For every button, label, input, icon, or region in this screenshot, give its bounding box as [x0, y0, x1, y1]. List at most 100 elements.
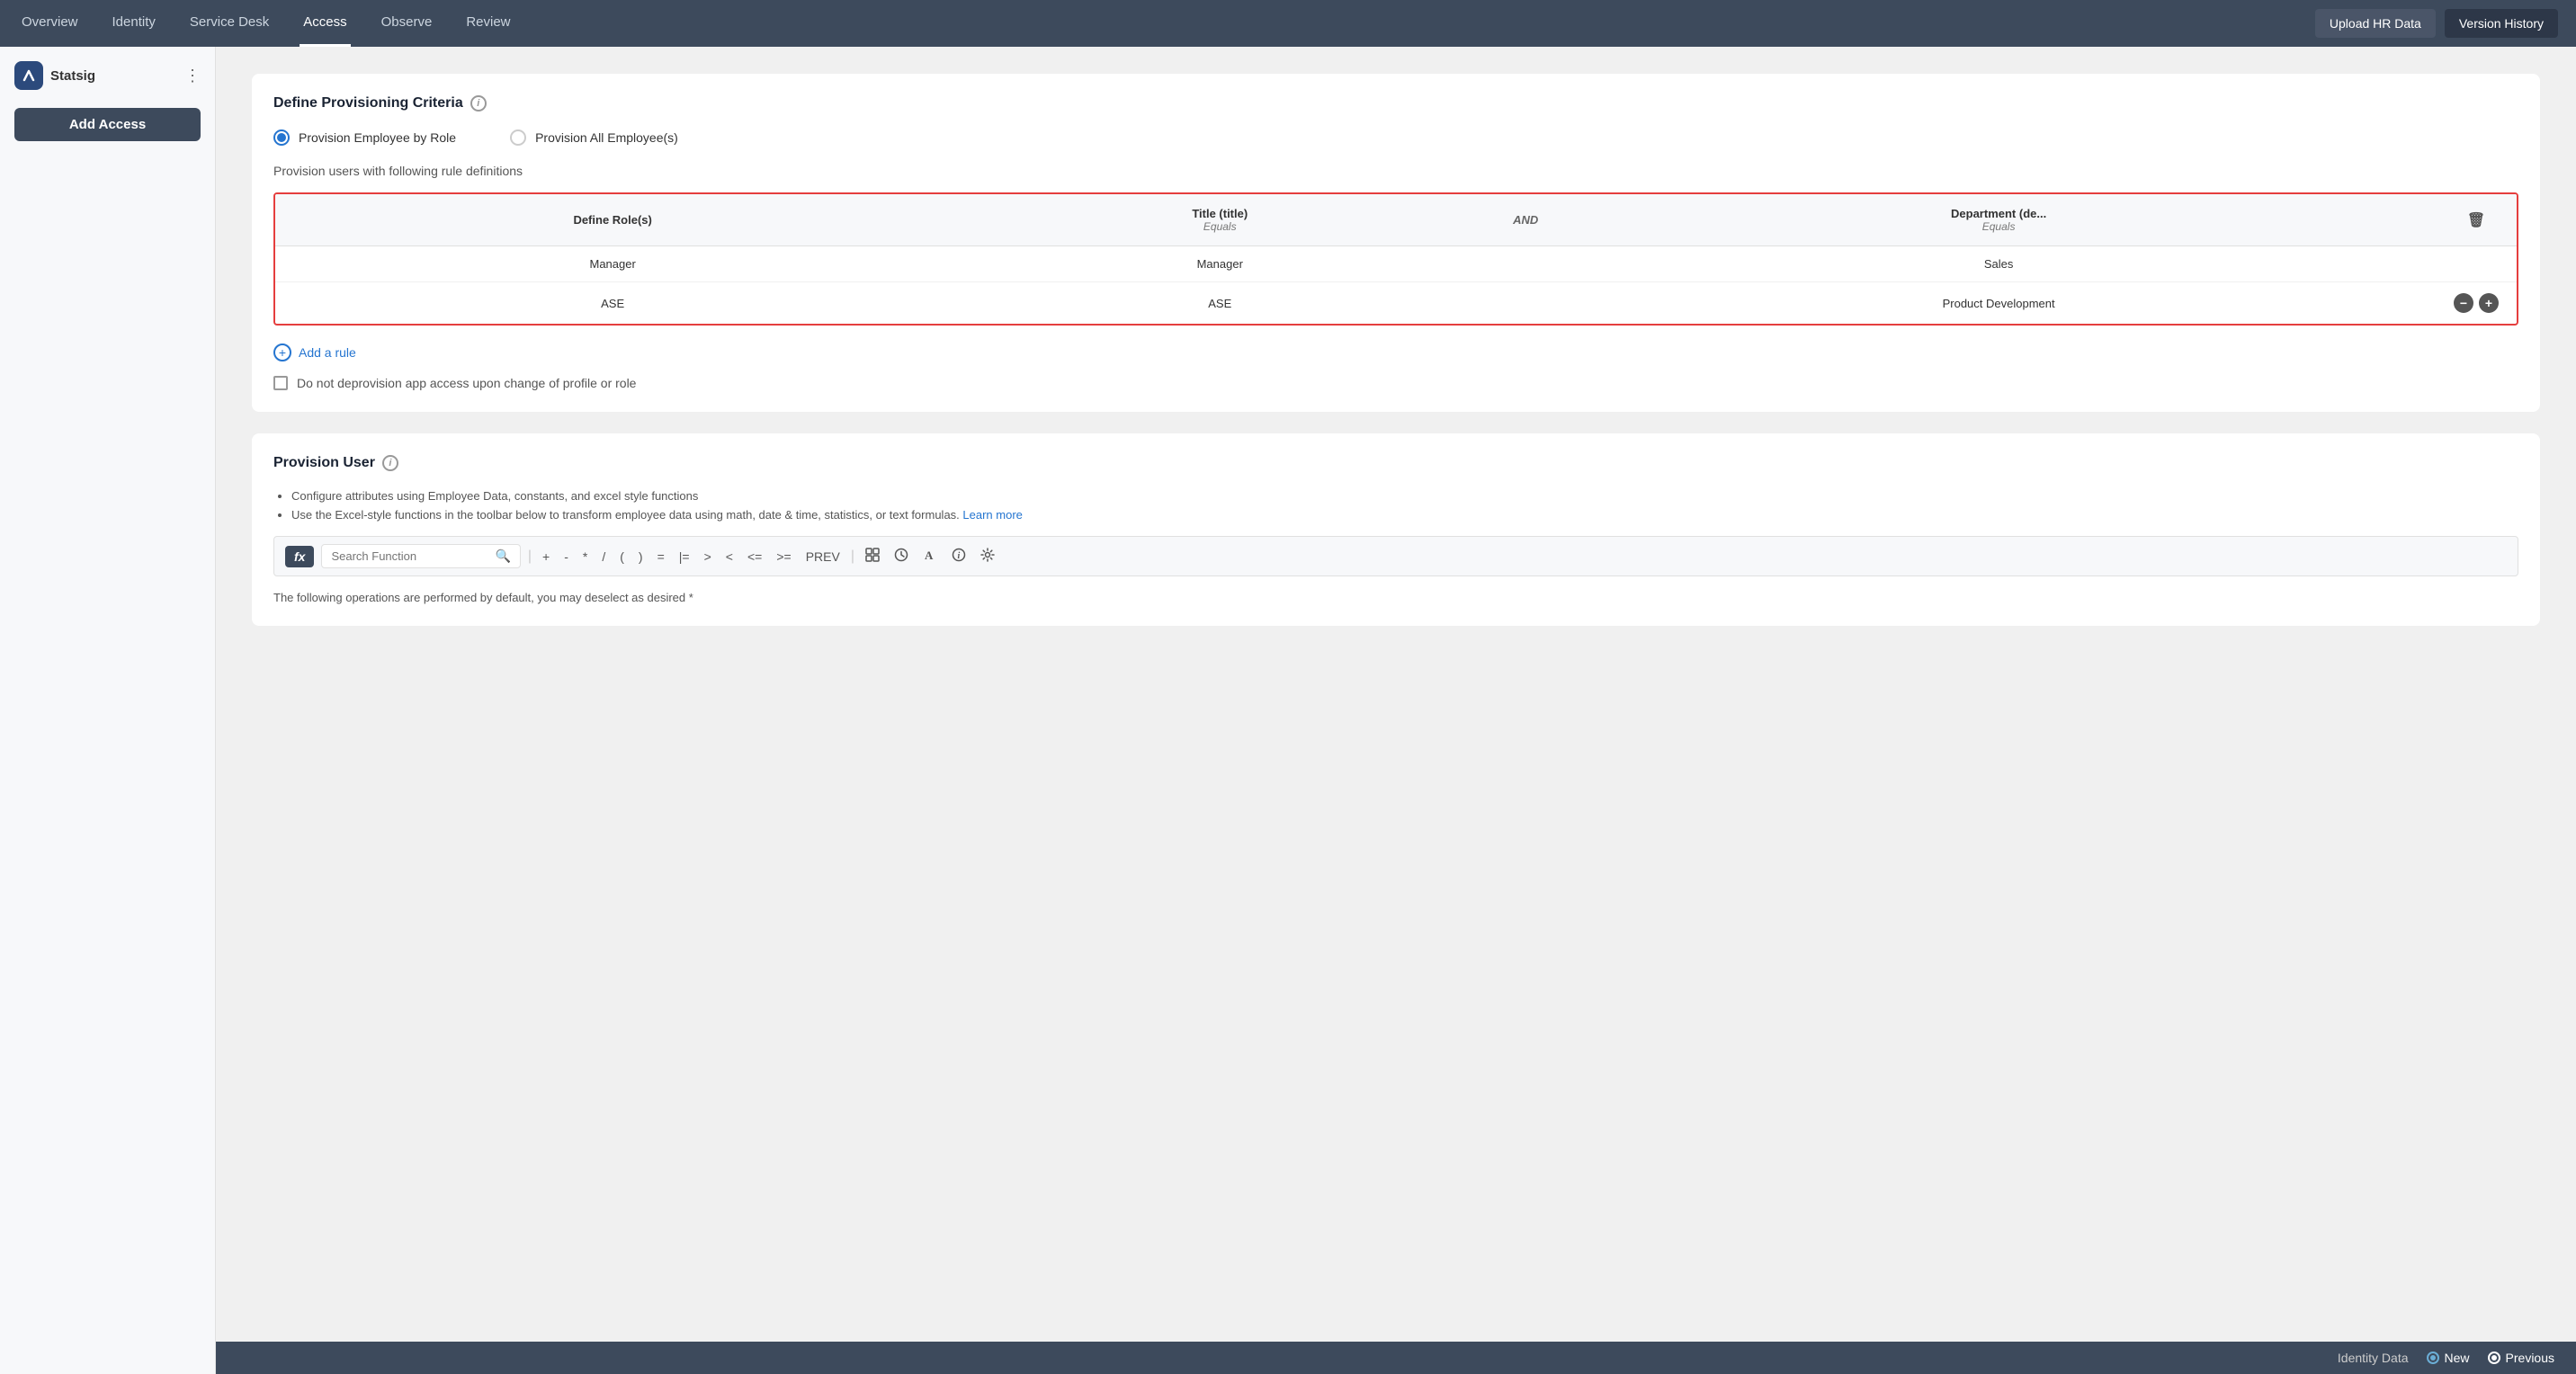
- sidebar-menu-icon[interactable]: ⋮: [184, 67, 201, 85]
- text-icon: A: [923, 548, 937, 562]
- deprovision-label: Do not deprovision app access upon chang…: [297, 376, 636, 390]
- previous-label: Previous: [2506, 1351, 2554, 1365]
- search-function-container: 🔍: [321, 544, 520, 568]
- sidebar: Statsig ⋮ Add Access: [0, 47, 216, 1374]
- provisioning-criteria-section: Define Provisioning Criteria i Provision…: [252, 74, 2540, 412]
- operator-prev[interactable]: PREV: [802, 548, 844, 566]
- remove-row-button[interactable]: −: [2454, 293, 2473, 313]
- row2-title: ASE: [950, 282, 1489, 325]
- operator-plus[interactable]: +: [539, 548, 553, 566]
- formula-toolbar: fx 🔍 | + - * / ( ) = |= > < <= >= PREV |: [273, 536, 2518, 576]
- operator-equals[interactable]: =: [654, 548, 668, 566]
- operator-gt[interactable]: >: [701, 548, 715, 566]
- add-row-button[interactable]: +: [2479, 293, 2499, 313]
- row1-department: Sales: [1561, 246, 2436, 282]
- row1-actions: [2436, 246, 2517, 282]
- col-actions: 🗑: [2436, 194, 2517, 246]
- nav-review[interactable]: Review: [462, 0, 514, 47]
- upload-hr-data-button[interactable]: Upload HR Data: [2315, 9, 2436, 38]
- text-icon-button[interactable]: A: [919, 546, 941, 567]
- provision-all-employees-option[interactable]: Provision All Employee(s): [510, 129, 678, 146]
- learn-more-link[interactable]: Learn more: [962, 508, 1022, 522]
- row1-title: Manager: [950, 246, 1489, 282]
- version-history-button[interactable]: Version History: [2445, 9, 2558, 38]
- sidebar-app-name: Statsig: [50, 68, 95, 84]
- nav-service-desk[interactable]: Service Desk: [186, 0, 273, 47]
- previous-radio[interactable]: [2488, 1352, 2500, 1364]
- bottom-bar: Identity Data New Previous: [216, 1342, 2576, 1374]
- provisioning-criteria-title: Define Provisioning Criteria i: [273, 95, 2518, 112]
- col-define-roles: Define Role(s): [275, 194, 950, 246]
- top-nav-buttons: Upload HR Data Version History: [2315, 9, 2558, 38]
- nav-access[interactable]: Access: [300, 0, 350, 47]
- provision-by-role-radio[interactable]: [273, 129, 290, 146]
- row2-actions: − +: [2436, 282, 2517, 325]
- operator-gte[interactable]: >=: [773, 548, 794, 566]
- previous-radio-option[interactable]: Previous: [2488, 1351, 2554, 1365]
- provision-all-employees-radio[interactable]: [510, 129, 526, 146]
- operator-minus[interactable]: -: [560, 548, 572, 566]
- operator-lt[interactable]: <: [722, 548, 737, 566]
- nav-identity[interactable]: Identity: [109, 0, 159, 47]
- new-radio-option[interactable]: New: [2427, 1351, 2470, 1365]
- provision-user-title: Provision User i: [273, 455, 2518, 471]
- operator-multiply[interactable]: *: [579, 548, 591, 566]
- add-rule-icon: +: [273, 344, 291, 361]
- grid-icon-button[interactable]: [862, 546, 883, 567]
- col-title: Title (title) Equals: [950, 194, 1489, 246]
- provision-bullet-2: Use the Excel-style functions in the too…: [291, 508, 2518, 522]
- provisioning-criteria-help-icon[interactable]: i: [470, 95, 487, 112]
- provision-by-role-label: Provision Employee by Role: [299, 130, 456, 145]
- row1-connector: [1489, 246, 1561, 282]
- rule-definitions-text: Provision users with following rule defi…: [273, 164, 2518, 178]
- add-rule-button[interactable]: + Add a rule: [273, 344, 2518, 361]
- provision-by-role-option[interactable]: Provision Employee by Role: [273, 129, 456, 146]
- rules-table-container: Define Role(s) Title (title) Equals AND …: [273, 192, 2518, 326]
- row2-connector: [1489, 282, 1561, 325]
- fx-button[interactable]: fx: [285, 546, 314, 567]
- nav-overview[interactable]: Overview: [18, 0, 82, 47]
- nav-observe[interactable]: Observe: [378, 0, 436, 47]
- clock-icon-button[interactable]: [890, 546, 912, 567]
- logo-icon: [14, 61, 43, 90]
- info-icon: i: [952, 548, 966, 562]
- search-function-input[interactable]: [331, 549, 489, 563]
- row2-role: ASE: [275, 282, 950, 325]
- new-radio[interactable]: [2427, 1352, 2439, 1364]
- provision-radio-group: Provision Employee by Role Provision All…: [273, 129, 2518, 146]
- table-row: Manager Manager Sales: [275, 246, 2517, 282]
- deprovision-checkbox-row: Do not deprovision app access upon chang…: [273, 376, 2518, 390]
- row2-department: Product Development: [1561, 282, 2436, 325]
- col-department: Department (de... Equals: [1561, 194, 2436, 246]
- operator-pipe-equals[interactable]: |=: [675, 548, 693, 566]
- settings-icon-button[interactable]: [977, 546, 998, 567]
- info-icon-button[interactable]: i: [948, 546, 970, 567]
- sidebar-logo: Statsig: [14, 61, 95, 90]
- provision-all-employees-label: Provision All Employee(s): [535, 130, 678, 145]
- svg-text:i: i: [957, 551, 960, 561]
- settings-icon: [980, 548, 995, 562]
- operator-divide[interactable]: /: [598, 548, 609, 566]
- provision-bullets: Configure attributes using Employee Data…: [273, 489, 2518, 522]
- top-nav-links: Overview Identity Service Desk Access Ob…: [18, 0, 2315, 47]
- provision-user-section: Provision User i Configure attributes us…: [252, 433, 2540, 626]
- operations-text: The following operations are performed b…: [273, 591, 2518, 604]
- operator-open-paren[interactable]: (: [616, 548, 628, 566]
- deprovision-checkbox[interactable]: [273, 376, 288, 390]
- main-content: Define Provisioning Criteria i Provision…: [216, 47, 2576, 1374]
- identity-data-label: Identity Data: [2338, 1351, 2409, 1365]
- svg-text:A: A: [925, 549, 934, 562]
- col-connector: AND: [1489, 194, 1561, 246]
- delete-icon-header[interactable]: 🗑: [2467, 213, 2485, 228]
- provision-bullet-1: Configure attributes using Employee Data…: [291, 489, 2518, 503]
- row1-role: Manager: [275, 246, 950, 282]
- add-access-button[interactable]: Add Access: [14, 108, 201, 141]
- row2-action-buttons: − +: [2454, 293, 2499, 313]
- table-row: ASE ASE Product Development − +: [275, 282, 2517, 325]
- provision-user-help-icon[interactable]: i: [382, 455, 398, 471]
- rules-table: Define Role(s) Title (title) Equals AND …: [275, 194, 2517, 324]
- clock-icon: [894, 548, 908, 562]
- operator-close-paren[interactable]: ): [635, 548, 647, 566]
- operator-lte[interactable]: <=: [744, 548, 765, 566]
- sidebar-header: Statsig ⋮: [14, 61, 201, 90]
